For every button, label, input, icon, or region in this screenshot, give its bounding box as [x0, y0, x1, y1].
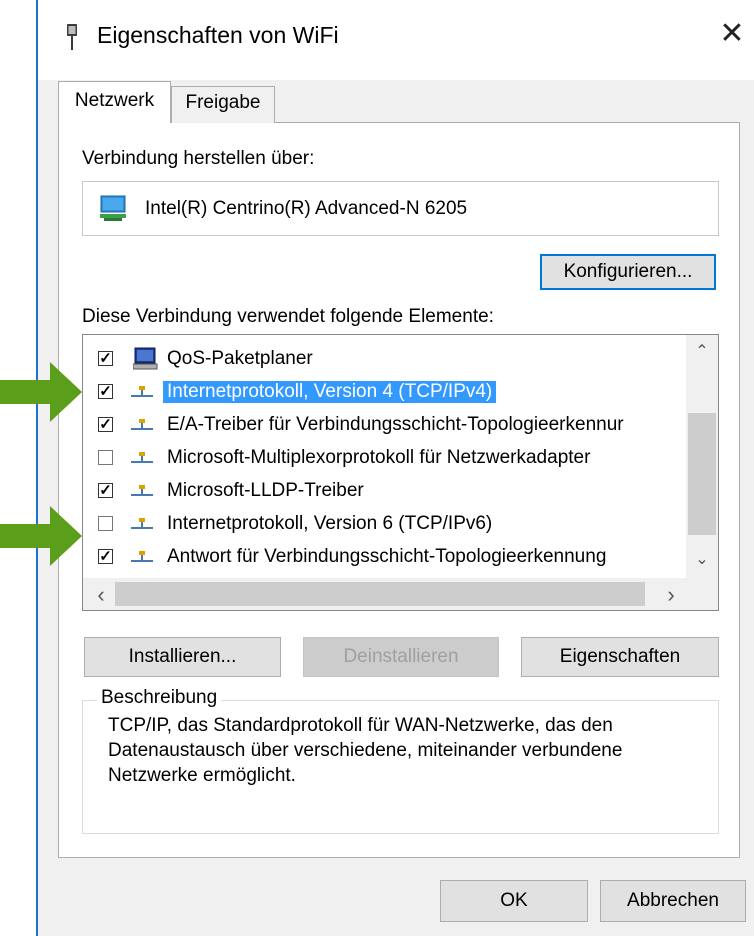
configure-button[interactable]: Konfigurieren... [540, 254, 716, 290]
vertical-scroll-thumb[interactable] [688, 413, 716, 535]
cancel-button[interactable]: Abbrechen [600, 880, 746, 922]
elements-label: Diese Verbindung verwendet folgende Elem… [82, 306, 494, 327]
protocol-icon [131, 485, 153, 496]
elements-list[interactable]: ✓ QoS-Paketplaner ✓ Internetprotokoll, V… [82, 334, 719, 611]
protocol-icon [131, 386, 153, 397]
list-item-label: Internetprotokoll, Version 6 (TCP/IPv6) [167, 513, 493, 534]
close-button[interactable]: ✕ [712, 14, 752, 54]
protocol-icon [131, 518, 153, 529]
horizontal-scroll-thumb[interactable] [115, 582, 645, 606]
list-item-label: Microsoft-Multiplexorprotokoll für Netzw… [167, 447, 591, 468]
checkbox-multiplexor[interactable] [98, 450, 113, 465]
properties-button[interactable]: Eigenschaften [521, 637, 719, 677]
list-item-label: Microsoft-LLDP-Treiber [167, 480, 364, 501]
protocol-icon [131, 452, 153, 463]
checkbox-lldp[interactable]: ✓ [98, 483, 113, 498]
list-item[interactable]: Microsoft-Multiplexorprotokoll für Netzw… [83, 442, 686, 474]
tab-freigabe[interactable]: Freigabe [171, 86, 275, 123]
horizontal-scrollbar[interactable]: ‹ › [83, 578, 718, 610]
list-item-label: Antwort für Verbindungsschicht-Topologie… [167, 546, 607, 567]
qos-scheduler-icon [133, 347, 158, 370]
connection-label: Verbindung herstellen über: [82, 148, 315, 169]
install-button[interactable]: Installieren... [84, 637, 281, 677]
list-item[interactable]: ✓ QoS-Paketplaner [83, 343, 686, 375]
list-item-label: E/A-Treiber für Verbindungsschicht-Topol… [167, 414, 624, 435]
scroll-down-icon[interactable]: ⌄ [686, 549, 718, 569]
network-adapter-icon [100, 195, 126, 221]
scroll-left-icon[interactable]: ‹ [85, 582, 117, 608]
checkbox-ipv6[interactable] [98, 516, 113, 531]
window-title: Eigenschaften von WiFi [97, 22, 339, 48]
list-item-ipv6[interactable]: Internetprotokoll, Version 6 (TCP/IPv6) [83, 508, 686, 540]
network-cable-icon [67, 24, 77, 50]
ok-button[interactable]: OK [440, 880, 588, 922]
list-item-label: QoS-Paketplaner [167, 348, 313, 369]
green-arrow-icon [0, 506, 82, 566]
list-item-label: Internetprotokoll, Version 4 (TCP/IPv4) [163, 381, 497, 403]
scroll-right-icon[interactable]: › [655, 582, 687, 608]
adapter-name: Intel(R) Centrino(R) Advanced-N 6205 [145, 198, 468, 219]
description-text: TCP/IP, das Standardprotokoll für WAN-Ne… [108, 715, 623, 786]
protocol-icon [131, 419, 153, 430]
green-arrow-icon [0, 362, 82, 422]
list-item-ipv4[interactable]: ✓ Internetprotokoll, Version 4 (TCP/IPv4… [83, 376, 686, 408]
tab-netzwerk[interactable]: Netzwerk [58, 81, 171, 123]
checkbox-lltd-responder[interactable]: ✓ [98, 549, 113, 564]
checkbox-lltd-io[interactable]: ✓ [98, 417, 113, 432]
list-item[interactable]: ✓ E/A-Treiber für Verbindungsschicht-Top… [83, 409, 686, 441]
vertical-scrollbar[interactable]: ⌃ ⌄ [686, 335, 718, 578]
list-item[interactable]: ✓ Antwort für Verbindungsschicht-Topolog… [83, 541, 686, 573]
list-item[interactable]: ✓ Microsoft-LLDP-Treiber [83, 475, 686, 507]
scroll-up-icon[interactable]: ⌃ [686, 341, 718, 361]
uninstall-button[interactable]: Deinstallieren [303, 637, 499, 677]
checkbox-ipv4[interactable]: ✓ [98, 384, 113, 399]
protocol-icon [131, 551, 153, 562]
description-legend: Beschreibung [97, 687, 222, 709]
checkbox-qos[interactable]: ✓ [98, 351, 113, 366]
